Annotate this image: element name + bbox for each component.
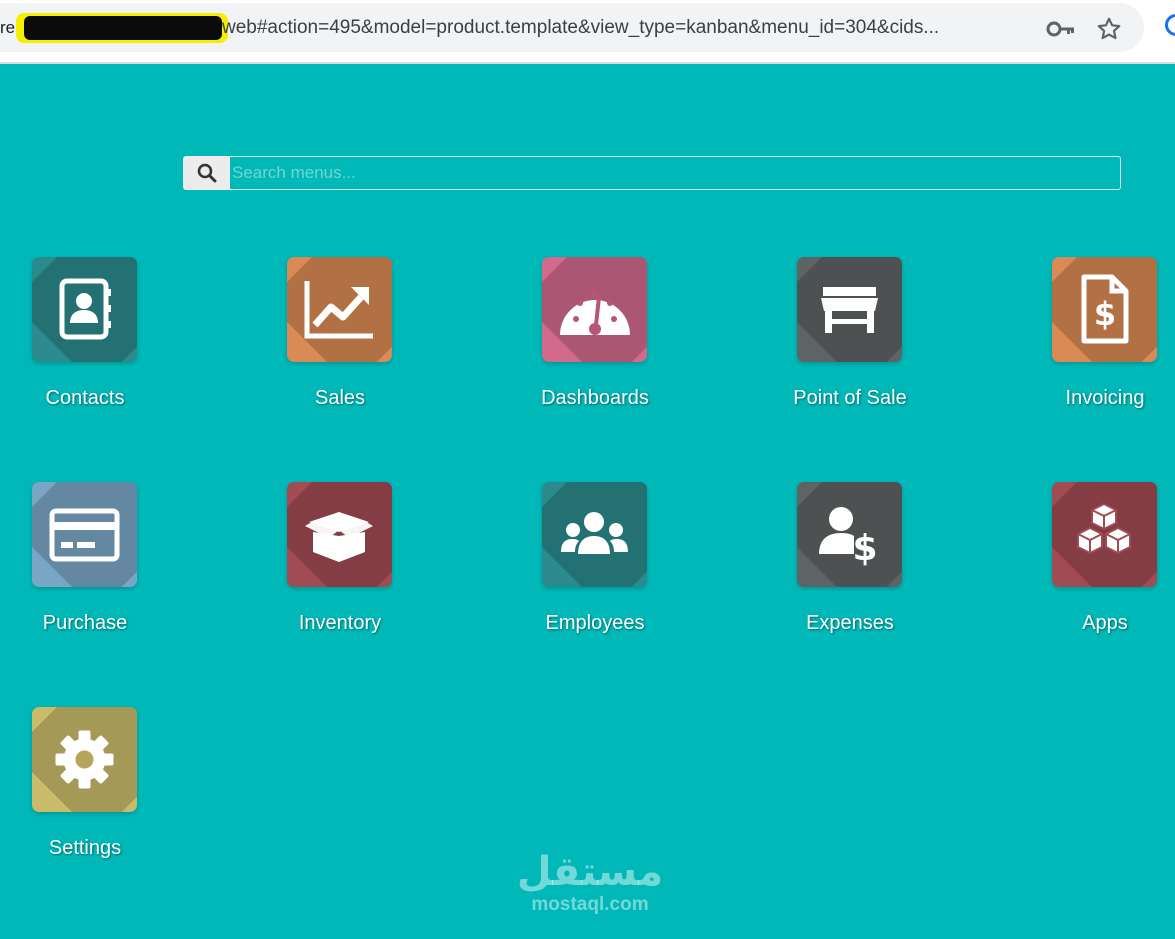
chart-line-icon (304, 281, 373, 339)
app-label[interactable]: Employees (490, 612, 700, 635)
app-tile[interactable] (32, 707, 137, 812)
browser-toolbar: re web#action=495&model=product.template… (0, 0, 1175, 64)
search-icon (197, 163, 216, 183)
app-dashboards[interactable]: Dashboards (490, 257, 700, 437)
app-label[interactable]: Invoicing (1000, 387, 1175, 410)
app-label[interactable]: Settings (0, 837, 190, 860)
bookmark-star-icon[interactable] (1096, 16, 1122, 46)
app-label[interactable]: Inventory (235, 612, 445, 635)
app-label[interactable]: Dashboards (490, 387, 700, 410)
app-label[interactable]: Apps (1000, 612, 1175, 635)
app-expenses[interactable]: $ Expenses (745, 482, 955, 662)
open-box-icon (305, 512, 373, 562)
address-book-icon (59, 278, 111, 340)
app-employees[interactable]: Employees (490, 482, 700, 662)
app-tile[interactable] (32, 257, 137, 362)
app-label[interactable]: Contacts (0, 387, 190, 410)
app-tile[interactable] (1052, 482, 1157, 587)
app-point-of-sale[interactable]: Point of Sale (745, 257, 955, 437)
gear-icon (55, 730, 114, 789)
app-contacts[interactable]: Contacts (0, 257, 190, 437)
app-purchase[interactable]: Purchase (0, 482, 190, 662)
watermark-latin: mostaql.com (531, 894, 649, 915)
app-tile[interactable] (797, 257, 902, 362)
app-invoicing[interactable]: $ Invoicing (1000, 257, 1175, 437)
app-apps[interactable]: Apps (1000, 482, 1175, 662)
cubes-icon (1077, 502, 1131, 555)
redacted-url-segment (16, 13, 228, 43)
app-tile[interactable] (287, 482, 392, 587)
search-button[interactable] (183, 156, 230, 190)
app-tile[interactable]: $ (1052, 257, 1157, 362)
address-bar[interactable]: re web#action=495&model=product.template… (0, 3, 1144, 52)
credit-card-icon (49, 508, 120, 562)
app-tile[interactable] (32, 482, 137, 587)
app-label[interactable]: Expenses (745, 612, 955, 635)
profile-icon[interactable] (1165, 14, 1175, 36)
app-settings[interactable]: Settings (0, 707, 190, 887)
svg-text:$: $ (1094, 295, 1116, 333)
users-icon (561, 512, 628, 554)
svg-text:$: $ (852, 528, 877, 569)
app-tile[interactable]: $ (797, 482, 902, 587)
key-icon[interactable] (1046, 18, 1076, 44)
app-sales[interactable]: Sales (235, 257, 445, 437)
app-label[interactable]: Purchase (0, 612, 190, 635)
watermark-arabic: مستقل (516, 849, 664, 895)
store-icon (821, 287, 878, 333)
url-prefix: re (0, 18, 16, 37)
app-tile[interactable] (542, 482, 647, 587)
app-label[interactable]: Point of Sale (745, 387, 955, 410)
app-inventory[interactable]: Inventory (235, 482, 445, 662)
gauge-icon (560, 291, 630, 335)
menu-search (183, 156, 1121, 190)
watermark: مستقل mostaql.com (500, 850, 680, 916)
app-tile[interactable] (287, 257, 392, 362)
url-text[interactable]: web#action=495&model=product.template&vi… (222, 17, 939, 39)
search-input[interactable] (230, 156, 1121, 190)
invoice-dollar-icon: $ (1081, 274, 1129, 344)
app-tile[interactable] (542, 257, 647, 362)
user-dollar-icon: $ (819, 507, 878, 569)
app-label[interactable]: Sales (235, 387, 445, 410)
